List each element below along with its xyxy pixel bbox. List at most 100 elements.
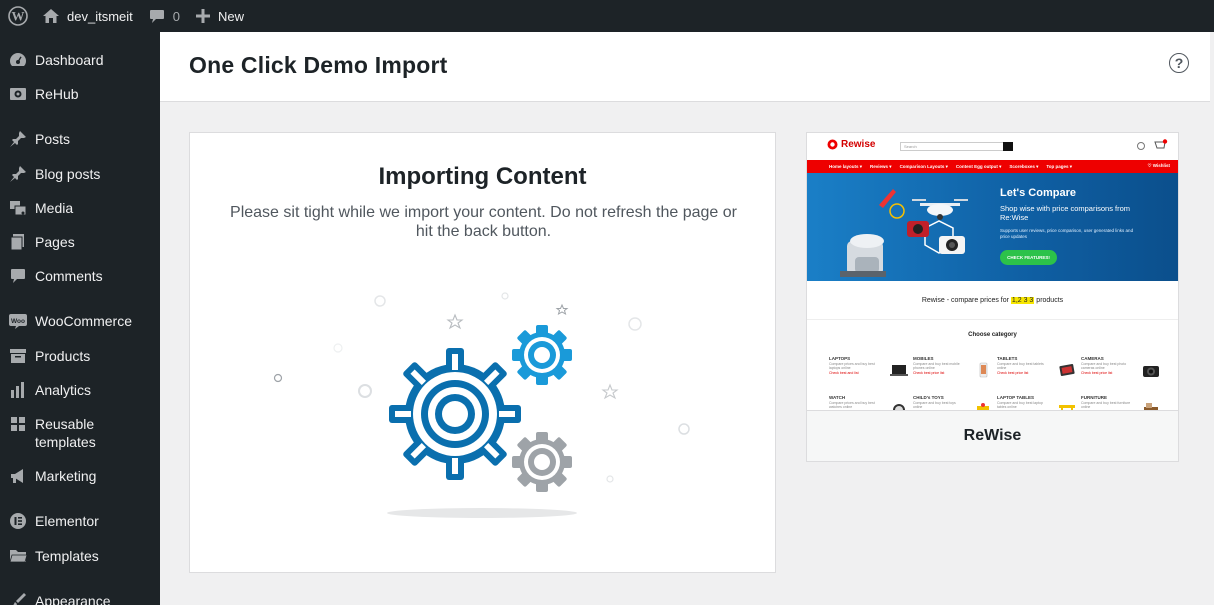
preview-nav-item: Scoreboxes ▾: [1009, 163, 1039, 169]
pin-icon: [0, 130, 35, 148]
preview-category: WATCH Compare prices and buy best watche…: [829, 395, 911, 410]
sidebar-item-label: Comments: [35, 268, 103, 284]
preview-nav-item: Comparison Layouts ▾: [899, 163, 948, 169]
rewise-logo: Rewise: [827, 139, 875, 150]
furniture-thumb: [1144, 403, 1158, 410]
preview-hero-button: CHECK FEATURES!: [1000, 250, 1057, 265]
category-desc: Compare prices and buy best watches onli…: [829, 401, 875, 409]
folder-icon: [0, 547, 35, 565]
rewise-logo-text: Rewise: [841, 139, 876, 150]
preview-category: CHILD's TOYS Compare and buy best toys o…: [913, 395, 995, 410]
category-name: LAPTOPS: [829, 356, 851, 361]
preview-category: CAMERAS Compare and buy best photo camer…: [1081, 356, 1163, 388]
sidebar-item-label: Blog posts: [35, 166, 101, 182]
category-name: CHILD's TOYS: [913, 395, 944, 400]
preview-category: MOBILES Compare and buy best mobile phon…: [913, 356, 995, 388]
sparkle-circle: [273, 373, 283, 383]
preview-nav-item: Reviews ▾: [870, 163, 892, 169]
preview-wishlist: ♡ Wishlist: [1147, 163, 1171, 168]
rewise-logo-icon: [827, 139, 838, 150]
preview-search-input: Search: [900, 142, 1013, 151]
user-icon: [1137, 142, 1145, 150]
chart-icon: [0, 381, 35, 399]
category-desc: Compare and buy best mobile phones onlin…: [913, 362, 960, 370]
category-desc: Compare and buy best tablets online: [997, 362, 1044, 370]
category-desc: Compare prices and buy best laptops onli…: [829, 362, 875, 370]
help-icon[interactable]: ?: [1169, 53, 1189, 73]
sidebar-item-analytics[interactable]: Analytics: [0, 381, 160, 399]
archive-icon: [0, 347, 35, 365]
svg-text:Woo: Woo: [11, 318, 25, 325]
brush-icon: [0, 592, 35, 605]
sidebar-item-media[interactable]: Media: [0, 199, 160, 217]
camera-thumb: [1143, 366, 1159, 377]
loading-gears-illustration: [273, 292, 690, 518]
demo-name[interactable]: ReWise: [807, 411, 1178, 461]
sidebar-item-posts[interactable]: Posts: [0, 130, 160, 148]
new-label: New: [217, 8, 244, 24]
preview-divider: [807, 319, 1178, 320]
sidebar-item-appearance[interactable]: Appearance: [0, 592, 160, 605]
preview-search-icon: [1003, 142, 1013, 151]
wordpress-logo-icon[interactable]: W: [0, 0, 36, 32]
sidebar-item-marketing[interactable]: Marketing: [0, 467, 160, 485]
sidebar-item-reusable-templates[interactable]: Reusable templates: [0, 415, 160, 451]
toy-thumb: [977, 403, 989, 410]
page-title: One Click Demo Import: [189, 52, 448, 78]
sidebar-item-label: Pages: [35, 234, 75, 250]
sidebar-item-comments[interactable]: Comments: [0, 267, 160, 285]
page-header: One Click Demo Import ?: [160, 32, 1210, 102]
sidebar-item-woocommerce[interactable]: Woo WooCommerce: [0, 312, 160, 330]
hero-products-illustration: [840, 189, 968, 277]
category-desc: Compare and buy best furniture online: [1081, 401, 1131, 409]
sidebar-item-products[interactable]: Products: [0, 347, 160, 365]
preview-hero-banner: Let's Compare Shop wise with price compa…: [807, 173, 1178, 281]
home-icon: [43, 9, 59, 23]
new-content-link[interactable]: New: [188, 0, 252, 32]
large-blue-gear: [389, 348, 521, 480]
sparkle-circle: [606, 475, 614, 483]
admin-bar: W dev_itsmeit 0 New: [0, 0, 1214, 32]
elementor-icon: [0, 512, 35, 530]
sidebar-item-rehub[interactable]: ReHub: [0, 85, 160, 103]
category-name: WATCH: [829, 395, 846, 400]
sidebar-item-label: Marketing: [35, 468, 97, 484]
sidebar-item-label: ReHub: [35, 86, 79, 102]
sparkle-circle: [628, 317, 642, 331]
dashboard-icon: [0, 51, 35, 69]
sidebar-item-label: Analytics: [35, 382, 92, 398]
pages-icon: [0, 233, 35, 251]
import-title: Importing Content: [378, 163, 587, 190]
sidebar-item-label: Templates: [35, 548, 99, 564]
woo-icon: Woo: [0, 312, 35, 330]
sidebar-item-label: Media: [35, 200, 74, 216]
sidebar-item-label: WooCommerce: [35, 313, 132, 329]
category-desc: Compare and buy best photo cameras onlin…: [1081, 362, 1127, 370]
sparkle-star: [446, 313, 464, 330]
media-icon: [0, 199, 35, 217]
sidebar-item-label: Appearance: [35, 593, 111, 605]
sidebar-item-blog-posts[interactable]: Blog posts: [0, 165, 160, 183]
sparkle-circle: [678, 423, 690, 435]
preview-nav-bar: Home layouts ▾ Reviews ▾ Comparison Layo…: [807, 160, 1178, 173]
demo-card-rewise[interactable]: Rewise Search Home layouts ▾ Reviews ▾ C…: [806, 132, 1179, 462]
preview-category: TABLETS Compare and buy best tablets onl…: [997, 356, 1079, 388]
sidebar-item-pages[interactable]: Pages: [0, 233, 160, 251]
sidebar-item-elementor[interactable]: Elementor: [0, 512, 160, 530]
cart-icon: [1154, 139, 1168, 149]
preview-hero-subtitle: Shop wise with price comparisons from Re…: [1000, 204, 1131, 222]
site-name-link[interactable]: dev_itsmeit: [36, 0, 141, 32]
comment-icon: [149, 9, 164, 23]
category-name: FURNITURE: [1081, 395, 1107, 400]
sidebar-item-label: Dashboard: [35, 52, 104, 68]
preview-category: FURNITURE Compare and buy best furniture…: [1081, 395, 1163, 410]
comments-link[interactable]: 0: [141, 0, 188, 32]
rehub-icon: [0, 85, 35, 103]
sidebar-item-templates[interactable]: Templates: [0, 547, 160, 565]
sidebar-item-dashboard[interactable]: Dashboard: [0, 51, 160, 69]
preview-nav-item: Content Egg output ▾: [955, 163, 1002, 169]
admin-sidebar: Dashboard ReHub Posts Blog posts Media P…: [0, 32, 160, 605]
preview-category: LAPTOPS Compare prices and buy best lapt…: [829, 356, 911, 388]
import-description: Please sit tight while we import your co…: [230, 204, 737, 240]
sidebar-item-label: Products: [35, 348, 91, 364]
